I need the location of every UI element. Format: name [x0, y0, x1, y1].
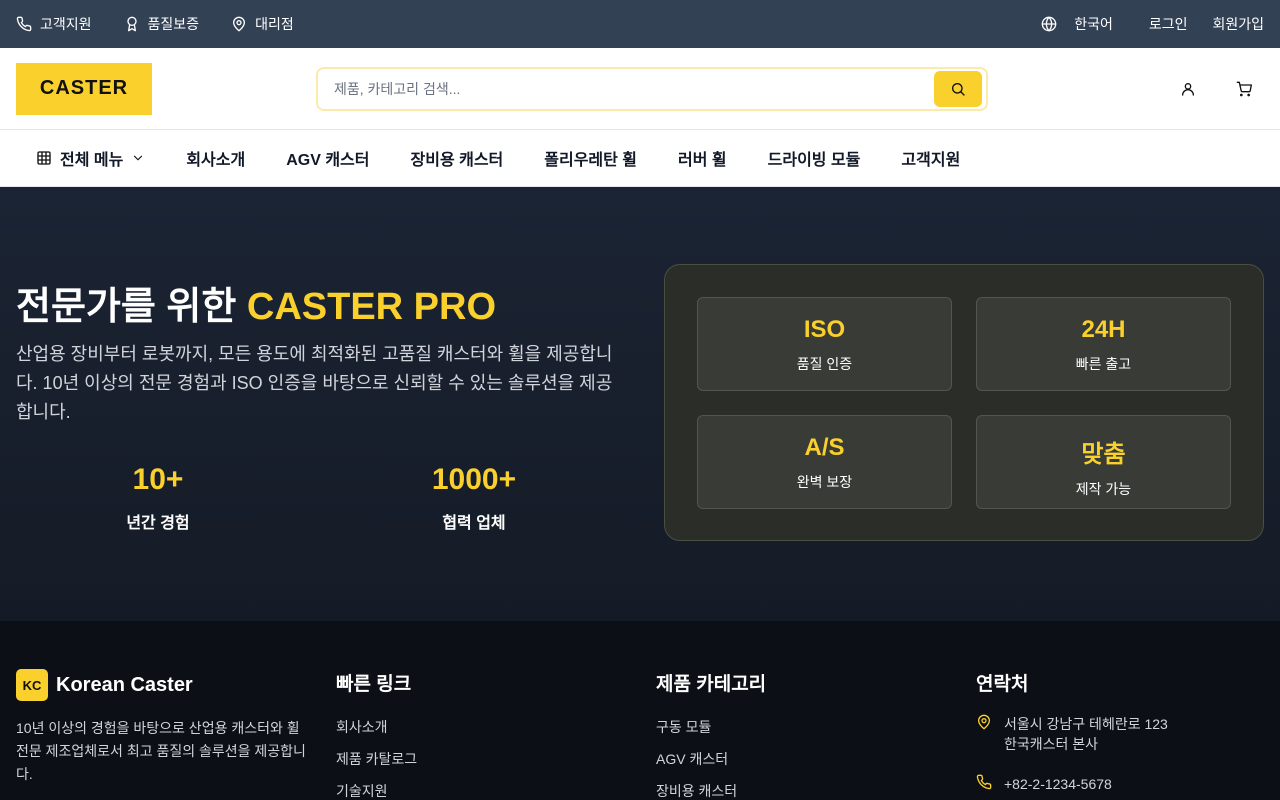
all-menu-button[interactable]: 전체 메뉴 [36, 146, 145, 170]
map-pin-icon [976, 714, 992, 754]
support-label: 고객지원 [40, 16, 92, 32]
footer-link-tech-support[interactable]: 기술지원 [336, 782, 417, 800]
phone-icon [16, 16, 32, 32]
feature-label: 제작 가능 [1075, 481, 1132, 497]
dealers-label: 대리점 [255, 16, 294, 32]
grid-icon [36, 150, 52, 166]
search-bar[interactable]: 제품, 카테고리 검색... [316, 67, 988, 111]
hero-section: 전문가를 위한 CASTER PRO 산업용 장비부터 로봇까지, 모든 용도에… [0, 187, 1280, 621]
hero-description: 산업용 장비부터 로봇까지, 모든 용도에 최적화된 고품질 캐스터와 휠을 제… [16, 344, 613, 422]
language-label: 한국어 [1074, 16, 1113, 32]
feature-card-custom: 맞춤 제작 가능 [976, 415, 1231, 509]
hero-title: 전문가를 위한 CASTER PRO [16, 275, 496, 330]
nav-link-agv-caster[interactable]: AGV 캐스터 [286, 146, 369, 170]
address-line-2: 한국캐스터 본사 [1004, 736, 1099, 752]
quick-links-title: 빠른 링크 [336, 674, 412, 695]
feature-value: 24H [1081, 316, 1126, 343]
feature-label: 품질 인증 [796, 356, 853, 372]
stat-label: 협력 업체 [442, 515, 506, 532]
top-bar-right: 한국어 로그인 회원가입 [1041, 14, 1264, 34]
feature-label: 완벽 보장 [796, 474, 853, 490]
contact-title: 연락처 [976, 674, 1029, 695]
contact-address: 서울시 강남구 테헤란로 123 한국캐스터 본사 [976, 714, 1168, 754]
feature-card-as: A/S 완벽 보장 [697, 415, 952, 509]
footer-brand: KC Korean Caster [16, 669, 193, 701]
main-nav: 전체 메뉴 회사소개 AGV 캐스터 장비용 캐스터 폴리우레탄 휠 러버 휠 … [0, 130, 1280, 187]
brand-badge: KC [16, 669, 48, 701]
stat-value: 10+ [132, 463, 184, 496]
hero-title-prefix: 전문가를 위한 [16, 286, 247, 328]
quality-label: 품질보증 [147, 16, 200, 32]
feature-value: ISO [803, 316, 846, 343]
all-menu-label: 전체 메뉴 [60, 152, 124, 169]
feature-value: 맞춤 [1081, 441, 1126, 468]
phone-number[interactable]: +82-2-1234-5678 [1004, 774, 1112, 794]
stat-label: 년간 경험 [126, 515, 190, 532]
nav-link-polyurethane-wheel[interactable]: 폴리우레탄 휠 [544, 146, 637, 170]
nav-link-support[interactable]: 고객지원 [901, 146, 960, 170]
feature-value: A/S [804, 434, 845, 461]
search-input[interactable]: 제품, 카테고리 검색... [334, 79, 986, 99]
header-actions [1180, 81, 1252, 97]
footer-link-agv-caster[interactable]: AGV 캐스터 [656, 750, 766, 769]
feature-label: 빠른 출고 [1075, 356, 1132, 372]
quality-link[interactable]: 품질보증 [124, 14, 200, 34]
top-bar-left: 고객지원 품질보증 대리점 [16, 14, 326, 34]
login-link[interactable]: 로그인 [1149, 14, 1188, 34]
nav-link-driving-module[interactable]: 드라이빙 모듈 [768, 146, 861, 170]
globe-icon [1041, 16, 1057, 32]
site-header: CASTER 제품, 카테고리 검색... [0, 48, 1280, 130]
site-footer: KC Korean Caster 10년 이상의 경험을 바탕으로 산업용 캐스… [0, 621, 1280, 800]
contact-info: 연락처 서울시 강남구 테헤란로 123 한국캐스터 본사 +82-2-1234… [976, 669, 1168, 794]
footer-link-company[interactable]: 회사소개 [336, 718, 417, 737]
language-selector[interactable]: 한국어 [1041, 14, 1113, 34]
stat-value: 1000+ [431, 463, 517, 496]
map-pin-icon [231, 16, 247, 32]
phone-icon [976, 774, 992, 794]
cart-icon[interactable] [1236, 81, 1252, 97]
nav-link-rubber-wheel[interactable]: 러버 휠 [678, 146, 727, 170]
search-button[interactable] [934, 71, 982, 107]
address-line-1: 서울시 강남구 테헤란로 123 [1004, 716, 1168, 732]
footer-link-drive-module[interactable]: 구동 모듈 [656, 718, 766, 737]
brand-description: 10년 이상의 경험을 바탕으로 산업용 캐스터와 휠 전문 제조업체로서 최고… [16, 720, 306, 782]
quick-links: 빠른 링크 회사소개 제품 카탈로그 기술지원 [336, 669, 417, 800]
stat-partners: 1000+ 협력 업체 [374, 463, 574, 533]
top-bar: 고객지원 품질보증 대리점 한국어 로그인 회원가입 [0, 0, 1280, 48]
feature-card-iso: ISO 품질 인증 [697, 297, 952, 391]
stat-experience: 10+ 년간 경험 [58, 463, 258, 533]
award-icon [124, 16, 140, 32]
contact-phone: +82-2-1234-5678 [976, 774, 1168, 794]
footer-link-equipment-caster[interactable]: 장비용 캐스터 [656, 782, 766, 800]
feature-panel: ISO 품질 인증 24H 빠른 출고 A/S 완벽 보장 맞춤 제작 가능 [664, 264, 1264, 541]
categories-title: 제품 카테고리 [656, 674, 767, 695]
hero-title-highlight: CASTER PRO [246, 286, 497, 328]
nav-link-company[interactable]: 회사소개 [186, 146, 245, 170]
nav-link-equipment-caster[interactable]: 장비용 캐스터 [411, 146, 504, 170]
signup-link[interactable]: 회원가입 [1212, 14, 1264, 34]
feature-card-24h: 24H 빠른 출고 [976, 297, 1231, 391]
product-categories: 제품 카테고리 구동 모듈 AGV 캐스터 장비용 캐스터 [656, 669, 766, 800]
brand-name: Korean Caster [56, 673, 193, 696]
logo[interactable]: CASTER [16, 62, 152, 115]
search-icon [950, 81, 966, 97]
chevron-down-icon [131, 151, 145, 165]
user-icon[interactable] [1180, 81, 1196, 97]
footer-link-catalog[interactable]: 제품 카탈로그 [336, 750, 417, 769]
dealers-link[interactable]: 대리점 [231, 14, 294, 34]
support-link[interactable]: 고객지원 [16, 14, 92, 34]
